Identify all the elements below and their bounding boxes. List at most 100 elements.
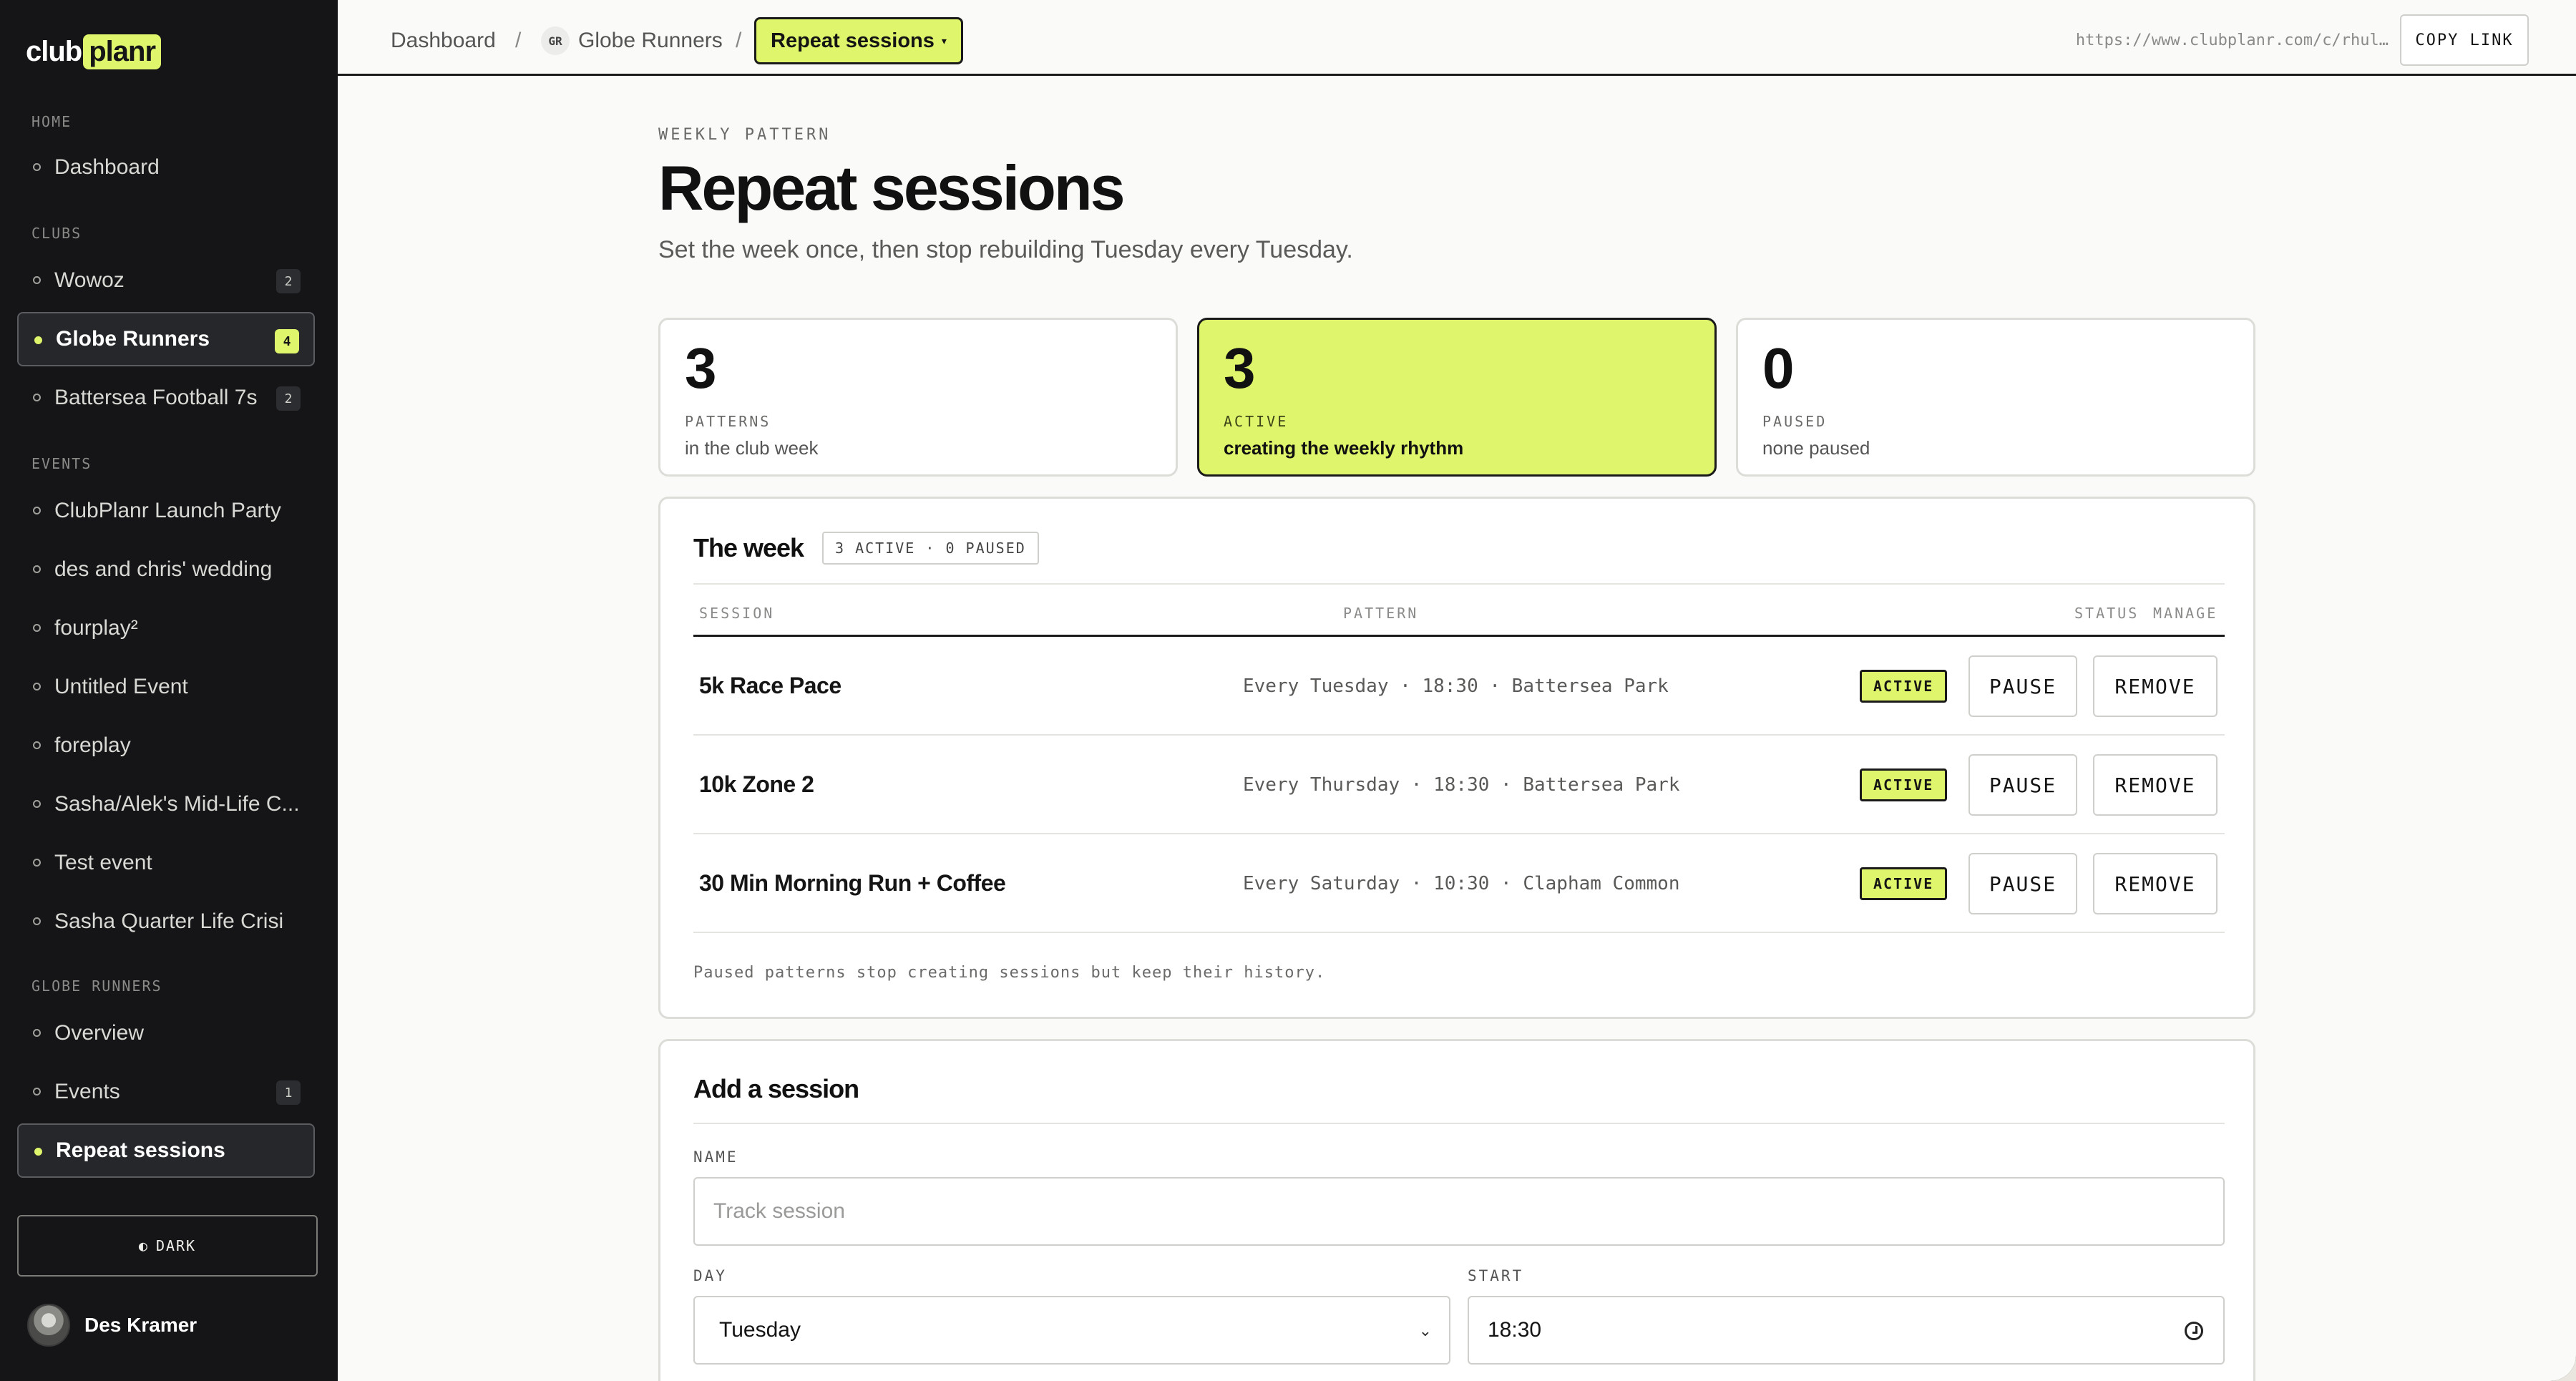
sidebar-item-dashboard[interactable]: Dashboard — [17, 140, 315, 195]
sidebar-item-wowoz[interactable]: Wowoz 2 — [17, 253, 315, 308]
bullet-icon — [33, 624, 41, 632]
bullet-icon — [33, 507, 41, 514]
user-profile[interactable]: Des Kramer — [27, 1304, 197, 1347]
remove-button[interactable]: REMOVE — [2093, 853, 2218, 914]
sidebar-item-label: ClubPlanr Launch Party — [54, 499, 281, 522]
count-badge: 2 — [276, 386, 301, 411]
page-title: Repeat sessions — [658, 152, 1126, 223]
sidebar-item-event[interactable]: ClubPlanr Launch Party — [17, 484, 315, 538]
top-bar: Dashboard / GR Globe Runners / Repeat se… — [338, 3, 2576, 76]
sidebar-item-label: Events — [54, 1080, 120, 1103]
sidebar-item-event[interactable]: des and chris' wedding — [17, 542, 315, 597]
sidebar: club planr HOME Dashboard CLUBS Wowoz 2 G… — [0, 0, 338, 1381]
bullet-icon — [33, 683, 41, 690]
status-badge: ACTIVE — [1860, 768, 1948, 801]
bullet-icon — [33, 1029, 41, 1037]
week-title: The week — [693, 533, 804, 562]
breadcrumb-dashboard[interactable]: Dashboard — [391, 24, 496, 57]
bullet-icon — [34, 1148, 42, 1156]
table-row: 5k Race Pace Every Tuesday · 18:30 · Bat… — [693, 637, 2225, 736]
breadcrumb-label: Globe Runners — [578, 29, 723, 52]
clock-icon[interactable] — [2185, 1322, 2203, 1340]
sidebar-item-label: Repeat sessions — [56, 1138, 225, 1162]
column-header-session: SESSION — [699, 605, 775, 622]
remove-button[interactable]: REMOVE — [2093, 655, 2218, 717]
column-header-pattern: PATTERN — [1343, 605, 1419, 622]
stat-label: PATTERNS — [685, 413, 771, 430]
sidebar-item-globe-runners[interactable]: Globe Runners 4 — [17, 312, 315, 366]
sidebar-section-globe-runners: GLOBE RUNNERS — [31, 977, 162, 995]
breadcrumb-club[interactable]: GR Globe Runners — [541, 24, 723, 57]
sidebar-item-label: Wowoz — [54, 268, 125, 292]
start-time-input[interactable]: 18:30 — [1468, 1296, 2225, 1365]
count-badge: 4 — [275, 329, 299, 353]
sidebar-item-event[interactable]: foreplay — [17, 718, 315, 773]
chevron-down-icon: ▾ — [941, 34, 947, 47]
column-header-status: STATUS — [2074, 605, 2140, 622]
sidebar-item-event[interactable]: fourplay² — [17, 601, 315, 655]
bullet-icon — [33, 741, 41, 749]
pause-button[interactable]: PAUSE — [1968, 853, 2077, 914]
week-summary-badge: 3 ACTIVE · 0 PAUSED — [822, 532, 1039, 565]
stat-value: 0 — [1762, 336, 1795, 400]
club-initials-icon: GR — [541, 26, 570, 55]
logo-text-club: club — [26, 35, 82, 67]
session-name-input[interactable]: Track session — [693, 1177, 2225, 1246]
sidebar-item-event[interactable]: Sasha Quarter Life Crisi — [17, 894, 315, 949]
session-pattern: Every Tuesday · 18:30 · Battersea Park — [1243, 675, 1669, 697]
sidebar-item-event[interactable]: Untitled Event — [17, 660, 315, 714]
stat-description: none paused — [1762, 437, 1870, 459]
dark-mode-toggle[interactable]: ◐ DARK — [17, 1215, 318, 1277]
share-url: https://www.clubplanr.com/c/rhul… — [2075, 31, 2389, 49]
day-label: DAY — [693, 1267, 727, 1284]
day-select[interactable]: Tuesday ⌄ — [693, 1296, 1450, 1365]
sidebar-item-label: fourplay² — [54, 616, 138, 640]
bullet-icon — [33, 565, 41, 573]
stat-description: in the club week — [685, 437, 819, 459]
copy-link-button[interactable]: COPY LINK — [2400, 14, 2529, 66]
bullet-icon — [33, 800, 41, 808]
sidebar-item-events[interactable]: Events 1 — [17, 1065, 315, 1119]
session-name: 10k Zone 2 — [699, 771, 814, 797]
breadcrumb-label: Dashboard — [391, 29, 496, 52]
breadcrumb-current-label: Repeat sessions — [771, 29, 935, 52]
bullet-icon — [33, 917, 41, 925]
breadcrumb-separator: / — [736, 29, 742, 52]
bullet-icon — [33, 859, 41, 867]
half-moon-icon: ◐ — [138, 1237, 149, 1254]
day-select-value: Tuesday — [719, 1318, 801, 1342]
input-placeholder: Track session — [713, 1199, 845, 1223]
sidebar-item-battersea-football-7s[interactable]: Battersea Football 7s 2 — [17, 371, 315, 425]
remove-button[interactable]: REMOVE — [2093, 754, 2218, 816]
sidebar-item-event[interactable]: Sasha/Alek's Mid-Life C... — [17, 777, 315, 831]
sidebar-item-label: Test event — [54, 851, 152, 874]
dark-mode-label: DARK — [155, 1237, 197, 1254]
pause-button[interactable]: PAUSE — [1968, 754, 2077, 816]
sidebar-item-label: Overview — [54, 1021, 145, 1045]
pause-button[interactable]: PAUSE — [1968, 655, 2077, 717]
divider — [693, 1123, 2225, 1124]
column-header-manage: MANAGE — [2153, 605, 2218, 622]
main-content: Dashboard / GR Globe Runners / Repeat se… — [338, 0, 2576, 1381]
sidebar-item-repeat-sessions[interactable]: Repeat sessions — [17, 1123, 315, 1178]
page-eyebrow: WEEKLY PATTERN — [658, 126, 831, 144]
name-label: NAME — [693, 1148, 738, 1166]
session-name: 5k Race Pace — [699, 673, 841, 698]
sidebar-section-clubs: CLUBS — [31, 225, 82, 242]
sidebar-item-event[interactable]: Test event — [17, 836, 315, 890]
app-window: club planr HOME Dashboard CLUBS Wowoz 2 G… — [0, 0, 2576, 1381]
sidebar-item-label: foreplay — [54, 733, 131, 757]
logo-text-planr: planr — [83, 34, 162, 69]
session-pattern: Every Saturday · 10:30 · Clapham Common — [1243, 873, 1680, 894]
sidebar-item-label: Sasha Quarter Life Crisi — [54, 909, 284, 933]
page-subtitle: Set the week once, then stop rebuilding … — [658, 236, 1353, 263]
clubplanr-logo[interactable]: club planr — [26, 33, 162, 70]
avatar — [27, 1304, 70, 1347]
current-page-dropdown[interactable]: Repeat sessions ▾ — [754, 17, 963, 64]
status-badge: ACTIVE — [1860, 867, 1948, 900]
sidebar-item-overview[interactable]: Overview — [17, 1006, 315, 1060]
bullet-icon — [33, 394, 41, 401]
sidebar-section-home: HOME — [31, 113, 72, 130]
bullet-icon — [33, 276, 41, 284]
add-session-card: Add a session NAME Track session DAY Tue… — [658, 1039, 2255, 1381]
